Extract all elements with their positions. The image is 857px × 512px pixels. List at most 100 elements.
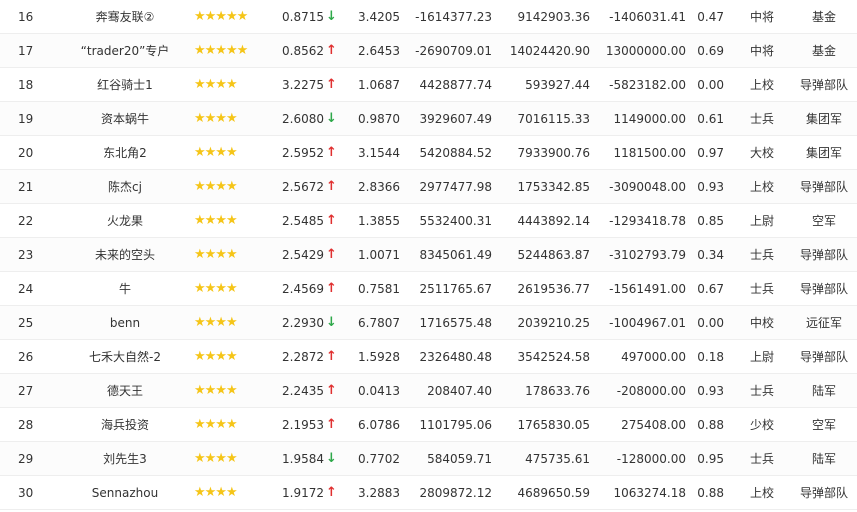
account-name[interactable]: 资本蜗牛 — [70, 102, 180, 136]
unit-name: 陆军 — [811, 452, 836, 466]
account-name[interactable]: 七禾大自然-2 — [70, 340, 180, 374]
military-rank: 大校 — [749, 146, 774, 160]
table-row: 26 七禾大自然-2 ★★★★ 2.2872 ↑ 1.5928 2326480.48 3542… — [0, 340, 857, 374]
value-col-2: 208407.40 — [427, 384, 492, 398]
value-col-2: 2977477.98 — [419, 180, 492, 194]
value-col-4: -1406031.41 — [609, 10, 686, 24]
value-col-2: 4428877.74 — [419, 78, 492, 92]
arrow-up-icon: ↑ — [326, 485, 337, 500]
arrow-down-icon: ↓ — [326, 9, 337, 24]
unit-name: 基金 — [811, 44, 836, 58]
unit-name: 集团军 — [805, 112, 842, 126]
value-col-3: 14024420.90 — [509, 44, 590, 58]
military-rank: 少校 — [749, 418, 774, 432]
value-col-5: 0.34 — [697, 248, 724, 262]
value-col-1: 2.6453 — [358, 44, 400, 58]
account-name[interactable]: 火龙果 — [70, 204, 180, 238]
value-col-5: 0.69 — [697, 44, 724, 58]
value-col-5: 0.67 — [697, 282, 724, 296]
account-name[interactable]: “trader20”专户 — [70, 34, 180, 68]
value-col-4: -208000.00 — [616, 384, 686, 398]
account-name[interactable]: 刘先生3 — [70, 442, 180, 476]
value-col-2: 1101795.06 — [419, 418, 492, 432]
rank-cell: 25 — [18, 316, 34, 330]
value-col-5: 0.00 — [697, 78, 724, 92]
value-col-4: 1063274.18 — [613, 486, 686, 500]
rank-cell: 20 — [18, 146, 34, 160]
unit-name: 导弹部队 — [799, 282, 848, 296]
arrow-up-icon: ↑ — [326, 145, 337, 160]
score-value: 1.9584 — [282, 452, 324, 466]
account-name[interactable]: 德天王 — [70, 374, 180, 408]
value-col-1: 1.5928 — [358, 350, 400, 364]
table-row: 21 陈杰cj ★★★★ 2.5672 ↑ 2.8366 2977477.98 1753342… — [0, 170, 857, 204]
value-col-4: 1149000.00 — [613, 112, 686, 126]
rank-cell: 27 — [18, 384, 34, 398]
account-name[interactable]: 海兵投资 — [70, 408, 180, 442]
star-rating-icon: ★★★★ — [194, 315, 238, 330]
account-name[interactable]: 红谷骑士1 — [70, 68, 180, 102]
account-name[interactable]: Sennazhou — [70, 476, 180, 510]
unit-name: 导弹部队 — [799, 350, 848, 364]
arrow-up-icon: ↑ — [326, 281, 337, 296]
unit-name: 导弹部队 — [799, 78, 848, 92]
table-row: 25 benn ★★★★ 2.2930 ↓ 6.7807 1716575.48 2039210… — [0, 306, 857, 340]
star-rating-icon: ★★★★★ — [194, 9, 248, 24]
rank-cell: 24 — [18, 282, 34, 296]
military-rank: 上校 — [749, 78, 774, 92]
account-name[interactable]: 未来的空头 — [70, 238, 180, 272]
account-name[interactable]: 东北角2 — [70, 136, 180, 170]
value-col-2: 5420884.52 — [419, 146, 492, 160]
military-rank: 中将 — [749, 10, 774, 24]
account-name[interactable]: 奔骞友联② — [70, 0, 180, 34]
value-col-4: 497000.00 — [621, 350, 686, 364]
value-col-3: 5244863.87 — [517, 248, 590, 262]
value-col-1: 0.9870 — [358, 112, 400, 126]
value-col-2: 2326480.48 — [419, 350, 492, 364]
value-col-1: 1.3855 — [358, 214, 400, 228]
value-col-4: -3090048.00 — [609, 180, 686, 194]
value-col-3: 2039210.25 — [517, 316, 590, 330]
table-row: 18 红谷骑士1 ★★★★ 3.2275 ↑ 1.0687 4428877.74 593927… — [0, 68, 857, 102]
table-row: 24 牛 ★★★★ 2.4569 ↑ 0.7581 2511765.67 2619536.77… — [0, 272, 857, 306]
military-rank: 上校 — [749, 486, 774, 500]
value-col-5: 0.93 — [697, 384, 724, 398]
account-name[interactable]: 牛 — [70, 272, 180, 306]
unit-name: 远征军 — [805, 316, 842, 330]
arrow-up-icon: ↑ — [326, 383, 337, 398]
value-col-5: 0.95 — [697, 452, 724, 466]
unit-name: 导弹部队 — [799, 180, 848, 194]
military-rank: 上尉 — [749, 350, 774, 364]
value-col-2: -2690709.01 — [415, 44, 492, 58]
value-col-4: -1561491.00 — [609, 282, 686, 296]
unit-name: 导弹部队 — [799, 486, 848, 500]
table-row: 16 奔骞友联② ★★★★★ 0.8715 ↓ 3.4205 -1614377.23 9142… — [0, 0, 857, 34]
value-col-4: -1004967.01 — [609, 316, 686, 330]
star-rating-icon: ★★★★ — [194, 77, 238, 92]
account-name[interactable]: 陈杰cj — [70, 170, 180, 204]
table-row: 17 “trader20”专户 ★★★★★ 0.8562 ↑ 2.6453 -2690709… — [0, 34, 857, 68]
value-col-5: 0.88 — [697, 486, 724, 500]
score-value: 2.5672 — [282, 180, 324, 194]
star-rating-icon: ★★★★ — [194, 451, 238, 466]
value-col-5: 0.61 — [697, 112, 724, 126]
rank-cell: 19 — [18, 112, 34, 126]
arrow-up-icon: ↑ — [326, 179, 337, 194]
table-row: 19 资本蜗牛 ★★★★ 2.6080 ↓ 0.9870 3929607.49 7016115… — [0, 102, 857, 136]
score-value: 2.4569 — [282, 282, 324, 296]
value-col-5: 0.18 — [697, 350, 724, 364]
value-col-1: 6.7807 — [358, 316, 400, 330]
rank-cell: 18 — [18, 78, 34, 92]
star-rating-icon: ★★★★ — [194, 179, 238, 194]
value-col-5: 0.88 — [697, 418, 724, 432]
score-value: 3.2275 — [282, 78, 324, 92]
account-name[interactable]: benn — [70, 306, 180, 340]
military-rank: 士兵 — [749, 452, 774, 466]
value-col-1: 0.7702 — [358, 452, 400, 466]
value-col-1: 1.0687 — [358, 78, 400, 92]
star-rating-icon: ★★★★★ — [194, 43, 248, 58]
value-col-3: 4689650.59 — [517, 486, 590, 500]
value-col-3: 475735.61 — [525, 452, 590, 466]
value-col-2: -1614377.23 — [415, 10, 492, 24]
table-row: 22 火龙果 ★★★★ 2.5485 ↑ 1.3855 5532400.31 4443892.… — [0, 204, 857, 238]
